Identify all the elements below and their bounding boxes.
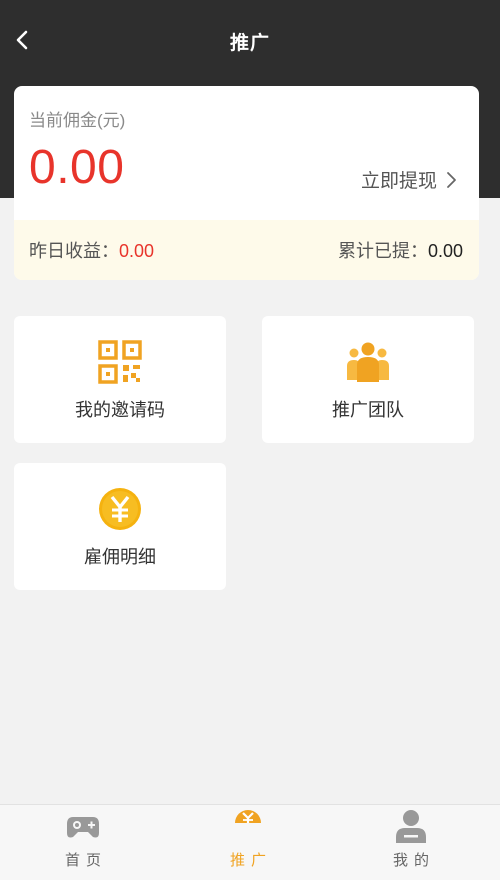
tab-home-label: 首页 bbox=[64, 852, 107, 869]
withdraw-button[interactable]: 立即提现 bbox=[361, 166, 457, 193]
bottom-tab-bar: 首页 推广 我的 bbox=[0, 804, 500, 880]
tab-promote[interactable]: 推广 bbox=[168, 805, 328, 880]
commission-label: 当前佣金(元) bbox=[29, 111, 126, 130]
invite-code-label: 我的邀请码 bbox=[75, 400, 165, 420]
tab-mine[interactable]: 我的 bbox=[331, 805, 491, 880]
team-icon bbox=[347, 342, 389, 382]
total-value: 0.00 bbox=[427, 241, 463, 261]
yesterday-earnings: 昨日收益：0.00 bbox=[29, 237, 154, 263]
tab-home[interactable]: 首页 bbox=[3, 805, 163, 880]
promo-team-label: 推广团队 bbox=[332, 400, 404, 420]
total-withdrawn: 累计已提：0.00 bbox=[338, 237, 463, 263]
invite-code-button[interactable]: 我的邀请码 bbox=[14, 316, 226, 443]
user-icon bbox=[396, 810, 426, 843]
promote-icon bbox=[235, 810, 261, 823]
commission-details-label: 雇佣明细 bbox=[84, 547, 156, 567]
total-label: 累计已提： bbox=[337, 241, 428, 261]
yesterday-value: 0.00 bbox=[119, 241, 155, 261]
earnings-summary: 昨日收益：0.00 累计已提：0.00 bbox=[14, 220, 479, 280]
page-title: 推广 bbox=[229, 33, 270, 54]
gamepad-icon bbox=[67, 817, 99, 838]
withdraw-label: 立即提现 bbox=[360, 171, 437, 192]
commission-amount: 0.00 bbox=[29, 141, 125, 194]
qr-code-icon bbox=[98, 340, 142, 384]
commission-card: 当前佣金(元) 0.00 立即提现 昨日收益：0.00 累计已提：0.00 bbox=[14, 86, 479, 280]
tab-promote-label: 推广 bbox=[229, 852, 272, 869]
promo-team-button[interactable]: 推广团队 bbox=[262, 316, 474, 443]
yesterday-label: 昨日收益： bbox=[29, 241, 119, 261]
yen-coin-icon bbox=[99, 488, 141, 530]
tab-mine-label: 我的 bbox=[392, 852, 435, 869]
commission-details-button[interactable]: 雇佣明细 bbox=[14, 463, 226, 590]
chevron-right-icon bbox=[447, 171, 456, 188]
